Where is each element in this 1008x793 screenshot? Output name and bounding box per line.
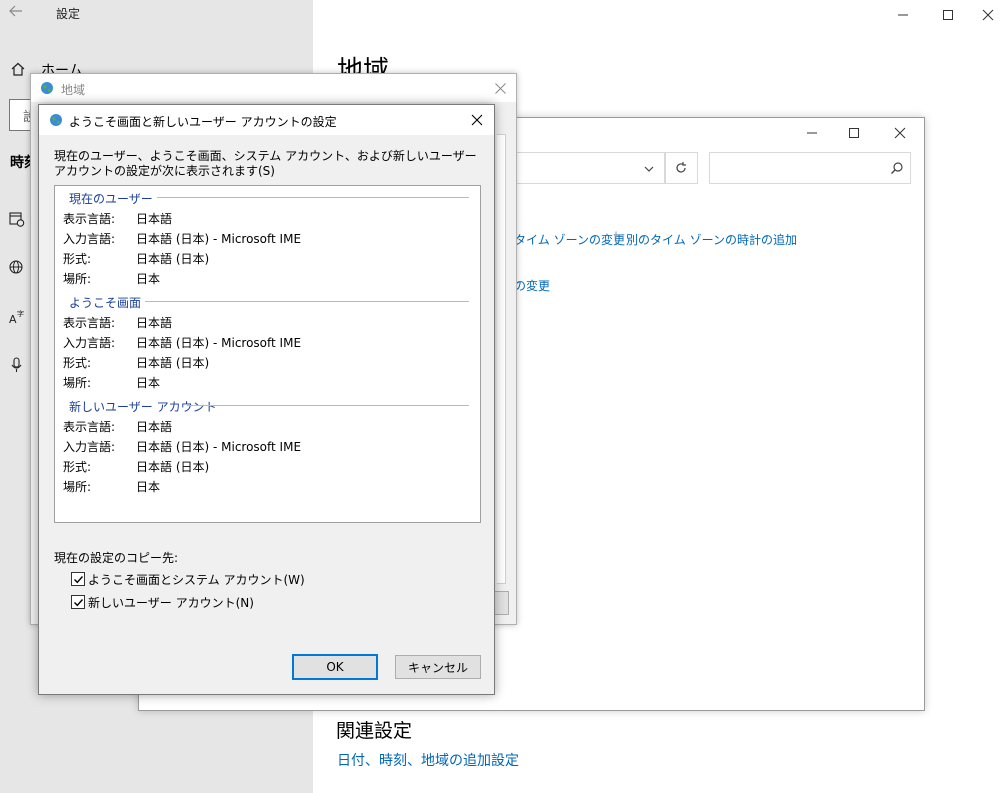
settings-close-button[interactable] bbox=[965, 0, 1008, 30]
settings-minimize-button[interactable] bbox=[880, 0, 926, 30]
row-key: 表示言語: bbox=[63, 316, 116, 330]
welcome-dialog-close-button[interactable] bbox=[465, 109, 489, 131]
sidebar-item-speech[interactable] bbox=[8, 356, 30, 378]
calendar-clock-icon bbox=[9, 212, 25, 227]
change-link-partial[interactable]: の変更 bbox=[514, 277, 550, 294]
row-key: 形式: bbox=[63, 460, 92, 474]
copy-settings-label: 現在の設定のコピー先: bbox=[54, 551, 179, 565]
close-icon[interactable] bbox=[495, 83, 506, 94]
add-clock-link[interactable]: 別のタイム ゾーンの時計の追加 bbox=[626, 231, 797, 248]
close-icon bbox=[982, 9, 994, 21]
svg-text:A: A bbox=[9, 313, 17, 326]
sidebar-item-language[interactable]: A 字 bbox=[8, 308, 30, 330]
cp-maximize-button[interactable] bbox=[831, 118, 877, 148]
chevron-down-icon[interactable] bbox=[643, 163, 655, 175]
region-dialog-title: 地域 bbox=[61, 83, 86, 97]
row-key: 場所: bbox=[63, 272, 92, 286]
globe-icon bbox=[50, 114, 62, 126]
section-heading-current-user: 現在のユーザー bbox=[69, 192, 153, 206]
row-key: 入力言語: bbox=[63, 440, 116, 454]
row-value: 日本語 (日本) bbox=[136, 460, 210, 474]
row-value: 日本 bbox=[136, 376, 161, 390]
cancel-button-label: キャンセル bbox=[407, 660, 468, 675]
close-icon bbox=[894, 127, 906, 139]
refresh-icon bbox=[676, 162, 686, 173]
checkbox-label[interactable]: 新しいユーザー アカウント(N) bbox=[88, 594, 254, 611]
welcome-settings-dialog: ようこそ画面と新しいユーザー アカウントの設定 現在のユーザー、ようこそ画面、シ… bbox=[38, 104, 495, 695]
maximize-icon bbox=[849, 128, 859, 138]
svg-text:字: 字 bbox=[17, 309, 24, 318]
section-divider bbox=[157, 197, 469, 198]
maximize-icon bbox=[943, 10, 953, 20]
ok-button[interactable]: OK bbox=[292, 654, 378, 680]
change-time-zone-link[interactable]: タイム ゾーンの変更 bbox=[514, 231, 625, 248]
home-icon bbox=[11, 62, 25, 76]
region-titlebar: 地域 bbox=[31, 74, 516, 102]
region-apply-button-partial[interactable] bbox=[493, 591, 509, 615]
section-divider bbox=[145, 301, 469, 302]
section-heading-welcome-screen: ようこそ画面 bbox=[69, 296, 142, 310]
row-key: 場所: bbox=[63, 480, 92, 494]
globe-icon bbox=[41, 82, 53, 94]
checkbox-welcome-system[interactable]: ようこそ画面とシステム アカウント(W) bbox=[71, 571, 305, 587]
section-heading-new-user-account: 新しいユーザー アカウント bbox=[69, 400, 217, 414]
row-value: 日本語 (日本) bbox=[136, 252, 210, 266]
row-key: 形式: bbox=[63, 252, 92, 266]
minimize-icon bbox=[898, 14, 908, 16]
search-icon bbox=[891, 162, 903, 174]
cp-minimize-button[interactable] bbox=[789, 118, 835, 148]
row-key: 場所: bbox=[63, 376, 92, 390]
row-key: 入力言語: bbox=[63, 336, 116, 350]
sidebar-item-region[interactable] bbox=[8, 259, 30, 281]
close-icon bbox=[471, 114, 483, 126]
settings-summary-box[interactable]: 現在のユーザー 表示言語: 日本語 入力言語: 日本語 (日本) - Micro… bbox=[54, 185, 481, 523]
settings-description: 現在のユーザー、ようこそ画面、システム アカウント、および新しいユーザー アカウ… bbox=[54, 149, 477, 178]
back-arrow-icon bbox=[9, 5, 22, 17]
row-key: 表示言語: bbox=[63, 420, 116, 434]
globe-region-icon bbox=[9, 260, 23, 274]
row-value: 日本 bbox=[136, 480, 161, 494]
minimize-icon bbox=[807, 132, 817, 134]
checkbox-box[interactable] bbox=[71, 572, 85, 586]
related-settings-heading: 関連設定 bbox=[336, 720, 413, 742]
cp-search-box[interactable] bbox=[709, 152, 911, 184]
link-separator: | bbox=[614, 230, 619, 244]
welcome-dialog-titlebar: ようこそ画面と新しいユーザー アカウントの設定 bbox=[39, 105, 494, 135]
cp-refresh-button[interactable] bbox=[665, 152, 698, 184]
ok-button-label: OK bbox=[326, 660, 344, 674]
checkbox-box[interactable] bbox=[71, 595, 85, 609]
row-value: 日本語 (日本) - Microsoft IME bbox=[136, 232, 302, 246]
back-button[interactable] bbox=[8, 3, 28, 21]
row-value: 日本 bbox=[136, 272, 161, 286]
row-key: 表示言語: bbox=[63, 212, 116, 226]
cp-close-button[interactable] bbox=[877, 118, 923, 148]
row-value: 日本語 (日本) - Microsoft IME bbox=[136, 440, 302, 454]
additional-date-time-region-link[interactable]: 日付、時刻、地域の追加設定 bbox=[337, 750, 519, 770]
microphone-icon bbox=[11, 357, 22, 372]
row-key: 形式: bbox=[63, 356, 92, 370]
section-divider bbox=[187, 405, 469, 406]
row-value: 日本語 bbox=[136, 212, 173, 226]
row-value: 日本語 bbox=[136, 420, 173, 434]
region-panel-border bbox=[497, 134, 506, 584]
row-value: 日本語 (日本) - Microsoft IME bbox=[136, 336, 302, 350]
settings-app-title: 設定 bbox=[56, 7, 81, 21]
row-value: 日本語 bbox=[136, 316, 173, 330]
checkmark-icon bbox=[73, 575, 83, 583]
sidebar-item-date-time[interactable] bbox=[8, 210, 30, 232]
language-icon: A 字 bbox=[9, 309, 24, 326]
row-value: 日本語 (日本) bbox=[136, 356, 210, 370]
checkmark-icon bbox=[73, 598, 83, 606]
welcome-dialog-title: ようこそ画面と新しいユーザー アカウントの設定 bbox=[69, 115, 337, 129]
checkbox-label[interactable]: ようこそ画面とシステム アカウント(W) bbox=[88, 571, 305, 588]
cancel-button[interactable]: キャンセル bbox=[395, 655, 481, 679]
checkbox-new-user[interactable]: 新しいユーザー アカウント(N) bbox=[71, 594, 301, 610]
row-key: 入力言語: bbox=[63, 232, 116, 246]
